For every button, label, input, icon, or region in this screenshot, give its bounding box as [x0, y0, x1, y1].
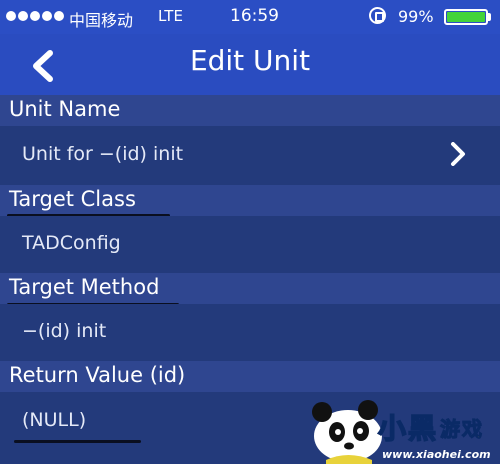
carrier-name: 中国移动: [69, 11, 134, 30]
unit-name-value: Unit for −(id) init: [22, 143, 184, 165]
section-header-target-method: Target Method: [0, 273, 500, 304]
svg-text:小: 小: [378, 412, 406, 445]
section-header-label: Target Method: [9, 275, 160, 299]
annotation-underline: [14, 440, 141, 443]
return-value-value: (NULL): [22, 409, 87, 431]
target-class-row[interactable]: TADConfig: [0, 216, 500, 273]
navigation-bar: Edit Unit: [0, 34, 500, 95]
section-header-label: Return Value (id): [9, 363, 186, 387]
chevron-right-icon: [451, 142, 465, 166]
page-title: Edit Unit: [189, 44, 311, 77]
battery-icon: [444, 9, 488, 25]
status-time: 16:59: [230, 6, 279, 26]
battery-percent: 99%: [398, 7, 434, 26]
section-header-target-class: Target Class: [0, 185, 500, 216]
svg-text:游: 游: [440, 417, 460, 441]
watermark-logo: 小 黑 游 戏 www.xiaohei.com: [312, 400, 491, 464]
battery-tip: [488, 13, 491, 21]
target-method-row[interactable]: −(id) init: [0, 304, 500, 361]
unit-name-row[interactable]: Unit for −(id) init: [0, 126, 500, 185]
section-header-label: Target Class: [9, 187, 136, 211]
svg-text:戏: 戏: [461, 417, 482, 441]
target-method-value: −(id) init: [22, 320, 107, 342]
signal-strength-icon: [6, 11, 64, 21]
rotation-lock-icon: [369, 7, 386, 24]
target-class-value: TADConfig: [22, 232, 121, 254]
svg-text:www.xiaohei.com: www.xiaohei.com: [382, 448, 491, 461]
svg-text:黑: 黑: [408, 412, 436, 445]
section-header-unit-name: Unit Name: [0, 95, 500, 126]
status-bar: 中国移动 LTE 16:59 99%: [0, 0, 500, 34]
section-header-label: Unit Name: [9, 97, 121, 121]
network-type: LTE: [158, 7, 183, 25]
section-header-return-value: Return Value (id): [0, 361, 500, 392]
